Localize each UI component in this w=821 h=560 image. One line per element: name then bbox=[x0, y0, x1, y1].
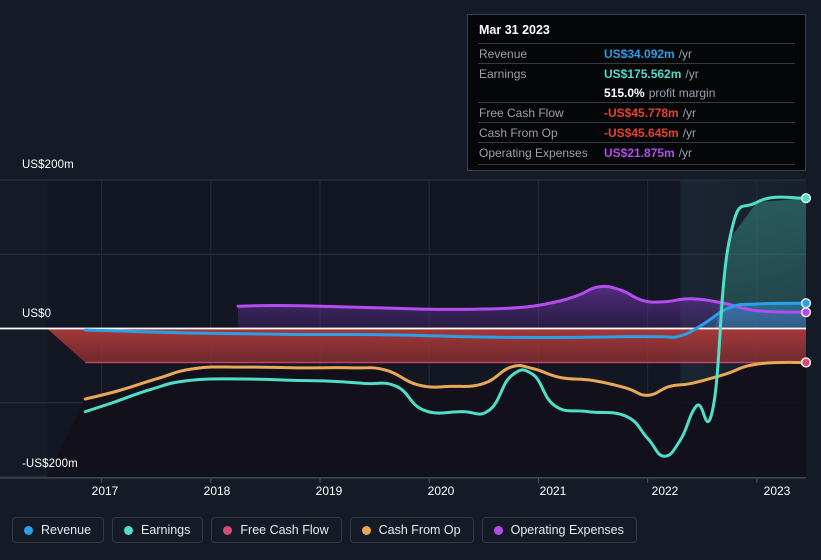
x-axis-label-2023: 2023 bbox=[763, 484, 791, 498]
tooltip-row: Revenue US$34.092m/yr bbox=[478, 43, 795, 63]
tooltip-row-unit: /yr bbox=[685, 66, 699, 81]
chart-legend: Revenue Earnings Free Cash Flow Cash From O… bbox=[12, 517, 637, 543]
legend-item-label: Free Cash Flow bbox=[240, 523, 329, 537]
endpoint-earnings bbox=[800, 193, 812, 204]
legend-item-cash-from-op[interactable]: Cash From Op bbox=[349, 517, 474, 543]
tooltip-row-unit: /yr bbox=[682, 105, 697, 120]
legend-item-label: Cash From Op bbox=[378, 523, 461, 537]
x-axis-label-2017: 2017 bbox=[91, 484, 119, 498]
tooltip-row-value: -US$45.645m/yr bbox=[604, 125, 697, 140]
endpoint-operating-expenses bbox=[800, 307, 812, 318]
legend-color-dot-icon bbox=[223, 525, 233, 535]
legend-item-operating-expenses[interactable]: Operating Expenses bbox=[481, 517, 637, 543]
tooltip-rows: Revenue US$34.092m/yr Earnings US$175.562m /… bbox=[478, 43, 795, 162]
endpoint-free-cash-flow bbox=[800, 357, 812, 368]
y-axis-label-zero: US$0 bbox=[22, 308, 52, 320]
legend-item-revenue[interactable]: Revenue bbox=[12, 517, 105, 543]
legend-color-dot-icon bbox=[361, 525, 371, 535]
tooltip-row-label: Earnings bbox=[479, 66, 527, 81]
y-axis-label-top: US$200m bbox=[22, 159, 74, 171]
legend-item-earnings[interactable]: Earnings bbox=[112, 517, 204, 543]
tooltip-row-label: Revenue bbox=[479, 46, 528, 61]
tooltip-row-unit: profit margin bbox=[648, 85, 716, 100]
tooltip-row-value: -US$45.778m/yr bbox=[604, 105, 697, 120]
tooltip-row-value: US$21.875m/yr bbox=[604, 145, 693, 160]
plot-root bbox=[0, 179, 812, 483]
tooltip-row-label: Cash From Op bbox=[479, 125, 558, 140]
x-axis-label-2018: 2018 bbox=[203, 484, 231, 498]
tooltip-row-label: Operating Expenses bbox=[479, 145, 588, 160]
financials-chart-page: US$200m US$0 -US$200m 2017 2018 2019 202… bbox=[0, 0, 821, 560]
tooltip-row: 515.0% profit margin bbox=[478, 83, 795, 102]
tooltip-row: Operating Expenses US$21.875m/yr bbox=[478, 142, 795, 162]
x-axis-label-2022: 2022 bbox=[651, 484, 679, 498]
x-axis-label-2021: 2021 bbox=[539, 484, 567, 498]
legend-item-free-cash-flow[interactable]: Free Cash Flow bbox=[211, 517, 342, 543]
tooltip-row-unit: /yr bbox=[678, 46, 693, 61]
data-tooltip: Mar 31 2023 Revenue US$34.092m/yr Earnings… bbox=[467, 14, 806, 171]
tooltip-row-unit: /yr bbox=[678, 145, 693, 160]
endpoint-revenue bbox=[800, 298, 812, 309]
legend-item-label: Revenue bbox=[41, 523, 92, 537]
tooltip-row-value: US$175.562m/yr bbox=[604, 66, 699, 81]
tooltip-bottom-rule bbox=[478, 164, 795, 165]
legend-item-label: Operating Expenses bbox=[510, 523, 624, 537]
legend-color-dot-icon bbox=[24, 525, 33, 535]
y-axis-label-bottom: -US$200m bbox=[22, 458, 78, 470]
legend-color-dot-icon bbox=[493, 525, 503, 535]
x-axis-label-2019: 2019 bbox=[315, 484, 343, 498]
tooltip-date: Mar 31 2023 bbox=[479, 23, 550, 37]
tooltip-row-unit: /yr bbox=[682, 125, 697, 140]
legend-color-dot-icon bbox=[124, 525, 134, 535]
tooltip-row-value: US$34.092m/yr bbox=[604, 46, 693, 61]
x-axis-label-2020: 2020 bbox=[427, 484, 455, 498]
tooltip-row: Free Cash Flow -US$45.778m/yr bbox=[478, 102, 795, 122]
tooltip-row-label: Free Cash Flow bbox=[479, 105, 564, 120]
legend-item-label: Earnings bbox=[141, 523, 191, 537]
tooltip-row: Cash From Op -US$45.645m/yr bbox=[478, 122, 795, 142]
tooltip-row: Earnings US$175.562m/yr bbox=[478, 63, 795, 83]
tooltip-row-value: 515.0% profit margin bbox=[604, 85, 716, 100]
